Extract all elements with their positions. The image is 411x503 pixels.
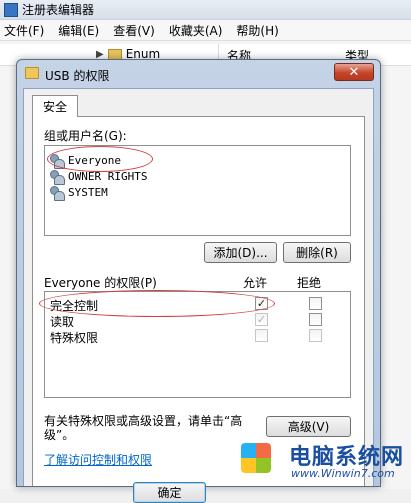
dialog-title: USB 的权限	[45, 69, 110, 83]
tree-expand-arrow-icon[interactable]: ▶	[96, 49, 104, 60]
full-control-deny-checkbox[interactable]	[309, 297, 322, 310]
advanced-info-text: 有关特殊权限或高级设置，请单击“高级”。	[44, 414, 243, 442]
close-button[interactable]: ✕	[334, 63, 374, 81]
permission-name: 特殊权限	[50, 331, 99, 345]
menu-view[interactable]: 查看(V)	[113, 22, 155, 39]
add-button[interactable]: 添加(D)...	[204, 242, 277, 263]
list-item[interactable]: SYSTEM	[49, 184, 108, 201]
user-group-icon	[49, 185, 65, 201]
special-allow-checkbox[interactable]	[255, 329, 268, 342]
tab-security[interactable]: 安全	[32, 95, 78, 117]
permission-row-full-control: 完全控制 ✓	[39, 290, 350, 317]
user-name: SYSTEM	[68, 185, 108, 199]
user-group-icon	[49, 169, 65, 185]
read-allow-checkbox[interactable]: ✓	[255, 313, 268, 326]
registry-menubar: 文件(F) 编辑(E) 查看(V) 收藏夹(A) 帮助(H)	[0, 20, 411, 41]
user-name: OWNER RIGHTS	[68, 169, 148, 183]
permission-row-read: 读取 ✓	[45, 312, 350, 329]
list-item[interactable]: Everyone	[47, 146, 153, 172]
registry-editor-titlebar: 注册表编辑器	[0, 0, 411, 20]
permissions-label: Everyone 的权限(P)	[44, 276, 157, 290]
dialog-titlebar[interactable]: USB 的权限 ✕	[17, 60, 380, 88]
menu-favorites[interactable]: 收藏夹(A)	[169, 22, 223, 39]
special-deny-checkbox[interactable]	[309, 329, 322, 342]
dialog-client-area: 安全 组或用户名(G): Everyone OWNER RIGHTS SYSTE…	[23, 88, 374, 503]
read-deny-checkbox[interactable]	[309, 313, 322, 326]
deny-column-header: 拒绝	[297, 276, 322, 290]
permissions-table: 完全控制 ✓ 读取 ✓ 特殊权限	[39, 290, 351, 398]
ok-button[interactable]: 确定	[133, 482, 206, 503]
security-tab-panel: 组或用户名(G): Everyone OWNER RIGHTS SYSTEM 添…	[32, 116, 365, 503]
advanced-button[interactable]: 高级(V)	[266, 416, 351, 437]
menu-edit[interactable]: 编辑(E)	[58, 22, 99, 39]
registry-editor-title: 注册表编辑器	[22, 3, 95, 17]
permissions-dialog: USB 的权限 ✕ 安全 组或用户名(G): Everyone OWNER RI…	[16, 59, 381, 503]
folder-icon	[107, 48, 122, 60]
allow-column-header: 允许	[243, 276, 268, 290]
menu-file[interactable]: 文件(F)	[4, 22, 44, 39]
permission-row-special: 特殊权限	[45, 328, 350, 345]
group-or-user-label: 组或用户名(G):	[44, 129, 127, 143]
close-icon: ✕	[348, 64, 360, 80]
registry-app-icon	[4, 2, 18, 17]
folder-icon	[25, 67, 39, 79]
learn-access-control-link[interactable]: 了解访问控制和权限	[44, 451, 152, 468]
list-item[interactable]: OWNER RIGHTS	[49, 168, 148, 185]
menu-help[interactable]: 帮助(H)	[236, 22, 278, 39]
user-list[interactable]: Everyone OWNER RIGHTS SYSTEM	[44, 145, 351, 236]
remove-button[interactable]: 删除(R)	[283, 242, 351, 263]
